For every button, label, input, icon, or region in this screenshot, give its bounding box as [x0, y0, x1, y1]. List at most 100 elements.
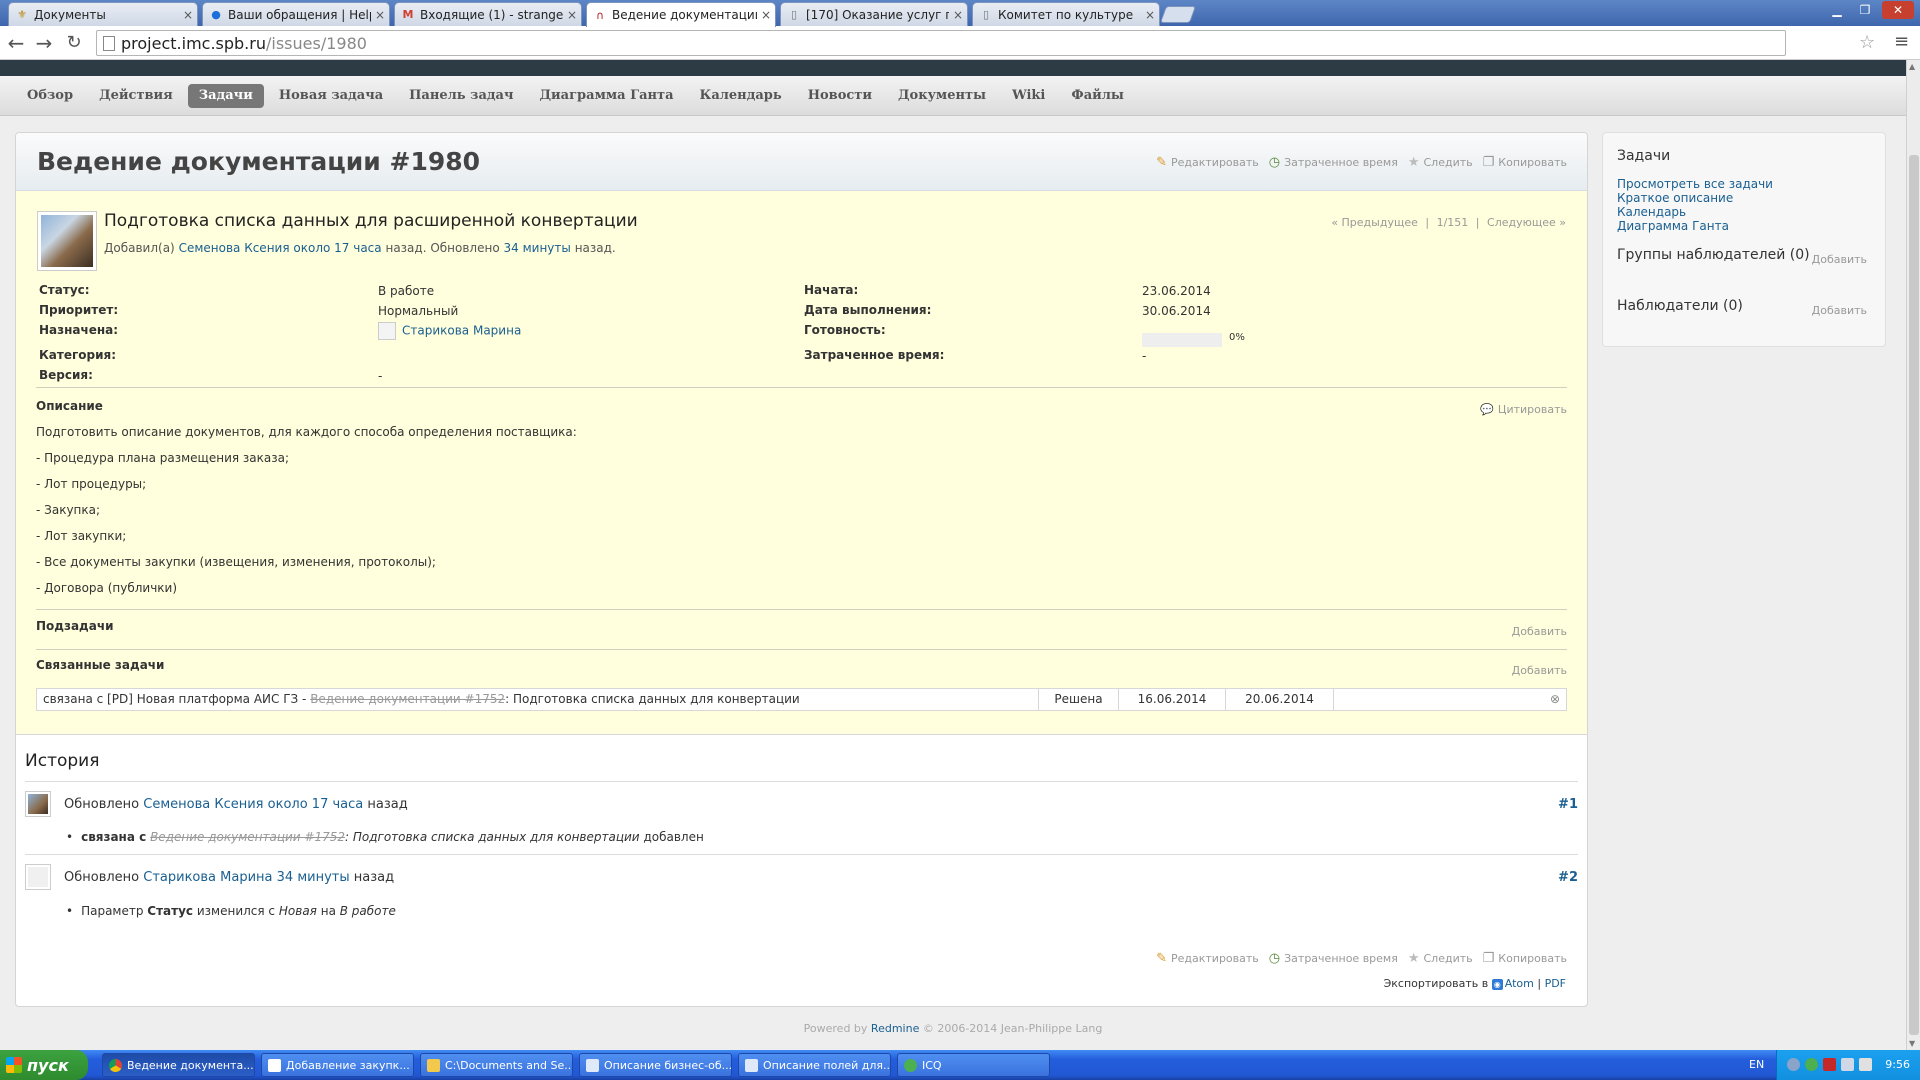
sidebar-link-all-issues[interactable]: Просмотреть все задачи [1617, 177, 1773, 191]
journal-user-link[interactable]: Семенова Ксения [143, 797, 263, 812]
category-label: Категория: [39, 348, 117, 362]
forward-icon[interactable]: → [32, 31, 56, 55]
edit-label: Редактировать [1171, 952, 1259, 965]
redmine-link[interactable]: Redmine [871, 1022, 919, 1035]
menu-item-issues[interactable]: Задачи [187, 84, 264, 108]
restore-icon[interactable]: ❐ [1852, 1, 1878, 19]
scroll-up-icon[interactable]: ▲ [1909, 62, 1915, 71]
edit-link[interactable]: ✎ Редактировать [1156, 155, 1259, 170]
menu-item-calendar[interactable]: Календарь [689, 84, 793, 108]
add-subtask-link[interactable]: Добавить [1512, 625, 1567, 638]
menu-item-files[interactable]: Файлы [1060, 84, 1135, 108]
browser-tab[interactable]: ▯ Комитет по культуре × [972, 2, 1160, 26]
taskbar-item[interactable]: Добавление закупк... [261, 1053, 414, 1077]
menu-item-news[interactable]: Новости [797, 84, 883, 108]
delete-relation-icon[interactable]: ⊗ [1334, 689, 1566, 710]
reload-icon[interactable]: ↻ [62, 31, 86, 55]
taskbar-item[interactable]: Описание полей для... [738, 1053, 891, 1077]
spent-time-label: Затраченное время: [804, 348, 945, 362]
next-link[interactable]: Следующее » [1487, 216, 1566, 229]
browser-tab[interactable]: ● Ваши обращения | HelpDesk × [202, 2, 390, 26]
antivirus-tray-icon[interactable] [1823, 1058, 1836, 1071]
browser-menu-icon[interactable]: ≡ [1894, 31, 1909, 52]
browser-tab[interactable]: M Входящие (1) - strangerr12@ × [394, 2, 582, 26]
sidebar-link-calendar[interactable]: Календарь [1617, 205, 1686, 219]
scroll-down-icon[interactable]: ▼ [1909, 1039, 1915, 1048]
add-relation-link[interactable]: Добавить [1512, 664, 1567, 677]
add-watcher-link[interactable]: Добавить [1812, 304, 1867, 317]
journal-ago-link[interactable]: около 17 часа [268, 797, 364, 812]
close-icon[interactable]: × [953, 8, 963, 22]
menu-item-new-issue[interactable]: Новая задача [268, 84, 394, 108]
arrow-tray-icon[interactable] [1787, 1058, 1800, 1071]
sidebar-link-summary[interactable]: Краткое описание [1617, 191, 1733, 205]
add-watcher-group-link[interactable]: Добавить [1812, 253, 1867, 266]
minimize-icon[interactable]: ▁ [1824, 1, 1850, 19]
close-icon[interactable]: × [183, 8, 193, 22]
log-time-link[interactable]: ◷ Затраченное время [1269, 155, 1398, 170]
taskbar-item[interactable]: ICQ [897, 1053, 1050, 1077]
folder-icon [427, 1058, 440, 1072]
menu-item-activity[interactable]: Действия [88, 84, 184, 108]
menu-item-wiki[interactable]: Wiki [1001, 84, 1056, 108]
menu-item-documents[interactable]: Документы [887, 84, 997, 108]
close-icon[interactable]: × [375, 8, 385, 22]
taskbar-item[interactable]: Описание бизнес-об... [579, 1053, 732, 1077]
taskbar-item[interactable]: Ведение документа... [102, 1053, 255, 1077]
journal-user-link[interactable]: Старикова Марина [143, 870, 272, 885]
volume-tray-icon[interactable] [1859, 1058, 1872, 1071]
updated-ago-link[interactable]: 34 минуты [504, 241, 571, 255]
bookmark-star-icon[interactable]: ☆ [1859, 32, 1875, 53]
menu-item-overview[interactable]: Обзор [16, 84, 84, 108]
issue-position: 1/151 [1436, 216, 1469, 229]
sidebar-link-gantt[interactable]: Диаграмма Ганта [1617, 219, 1729, 233]
edit-link[interactable]: ✎ Редактировать [1156, 951, 1259, 966]
browser-tab[interactable]: ⚜ Документы × [8, 2, 198, 26]
close-icon[interactable]: × [1145, 8, 1155, 22]
browser-tab[interactable]: ▯ [170] Оказание услуг по по × [780, 2, 968, 26]
journal-number-link[interactable]: #1 [1558, 797, 1578, 812]
close-icon[interactable]: × [761, 8, 771, 22]
watch-link[interactable]: ★ Следить [1408, 951, 1473, 966]
journal-avatar [25, 791, 51, 817]
copy-link[interactable]: ❐ Копировать [1483, 155, 1567, 170]
related-issue-link[interactable]: Ведение документации #1752 [310, 692, 505, 706]
copy-label: Копировать [1498, 156, 1567, 169]
pdf-link[interactable]: PDF [1545, 977, 1566, 990]
icq-tray-icon[interactable] [1805, 1058, 1818, 1071]
clock-icon: ◷ [1268, 155, 1281, 170]
previous-link[interactable]: « Предыдущее [1331, 216, 1418, 229]
log-time-link[interactable]: ◷ Затраченное время [1269, 951, 1398, 966]
copy-link[interactable]: ❐ Копировать [1483, 951, 1567, 966]
close-icon[interactable]: × [567, 8, 577, 22]
new-tab-button[interactable] [1159, 6, 1197, 23]
menu-item-agile[interactable]: Панель задач [398, 84, 524, 108]
journal-number-link[interactable]: #2 [1558, 870, 1578, 885]
description-line: Подготовить описание документов, для каж… [36, 425, 577, 439]
added-ago-link[interactable]: около 17 часа [293, 241, 381, 255]
system-tray: EN 9:56 [1749, 1050, 1920, 1080]
vertical-scrollbar[interactable]: ▲ ▼ [1906, 60, 1920, 1050]
atom-link[interactable]: Atom [1505, 977, 1534, 990]
user-avatar [378, 322, 396, 340]
watch-link[interactable]: ★ Следить [1408, 155, 1473, 170]
quote-link[interactable]: 💬 Цитировать [1480, 403, 1567, 416]
url-input[interactable]: project.imc.spb.ru/issues/1980 [96, 30, 1786, 56]
scrollbar-thumb[interactable] [1909, 155, 1919, 1035]
menu-item-gantt[interactable]: Диаграмма Ганта [528, 84, 684, 108]
back-icon[interactable]: ← [4, 31, 28, 55]
language-indicator[interactable]: EN [1749, 1058, 1764, 1071]
tab-title: Входящие (1) - strangerr12@ [420, 7, 563, 22]
relation-status: Решена [1039, 689, 1119, 710]
browser-tab-active[interactable]: ∩ Ведение документации #1980 × [586, 2, 776, 27]
clock: 9:56 [1885, 1058, 1910, 1071]
start-button[interactable]: пуск [0, 1050, 88, 1080]
detail-issue-link[interactable]: Ведение документации #1752 [150, 830, 345, 844]
taskbar-item[interactable]: C:\Documents and Se... [420, 1053, 573, 1077]
journal-detail: • Параметр Статус изменился с Новая на В … [66, 904, 396, 918]
close-window-icon[interactable]: ✕ [1882, 1, 1914, 19]
assignee-link[interactable]: Старикова Марина [402, 324, 521, 338]
network-tray-icon[interactable] [1841, 1058, 1854, 1071]
journal-ago-link[interactable]: 34 минуты [277, 870, 350, 885]
author-link[interactable]: Семенова Ксения [179, 241, 290, 255]
